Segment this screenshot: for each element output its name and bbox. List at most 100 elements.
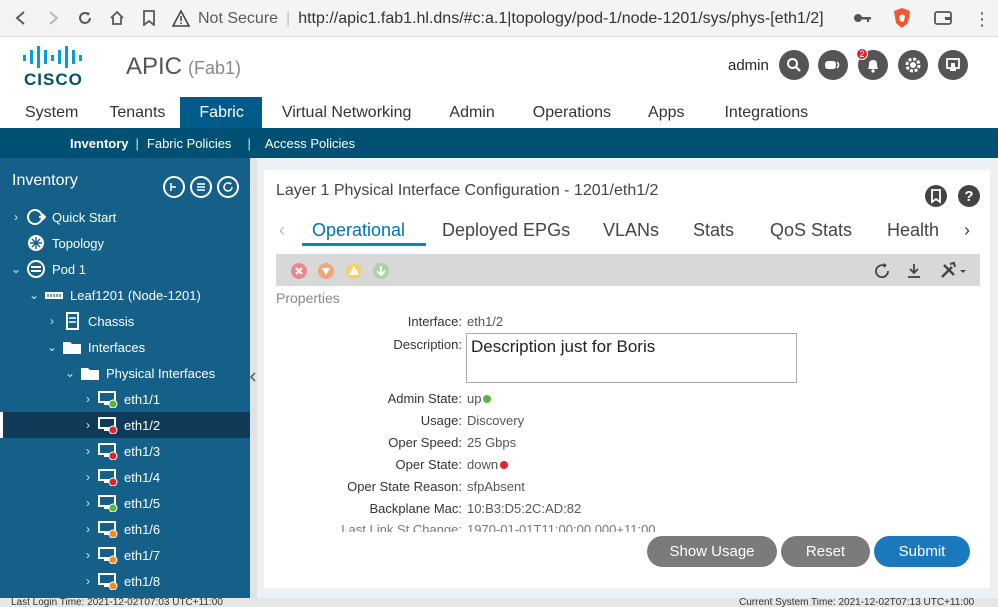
chevron-right-icon[interactable]: › [82,392,94,406]
tree-item-eth1-7[interactable]: › eth1/7 [0,542,250,568]
tabs-scroll-right-icon[interactable]: › [964,220,970,241]
major-fault-icon[interactable] [317,262,335,280]
subtab-inventory[interactable]: Inventory [70,136,129,151]
tree-item-topology[interactable]: Topology [0,230,250,256]
interface-label: Interface: [407,314,462,329]
reset-button[interactable]: Reset [781,536,870,567]
tab-apps[interactable]: Apps [629,97,703,128]
tools-icon[interactable] [939,261,969,281]
reload-icon[interactable] [74,7,96,29]
tree-item-quick-start[interactable]: › Quick Start [0,204,250,230]
chevron-right-icon[interactable]: › [82,496,94,510]
tab-stats[interactable]: Stats [693,220,734,241]
play-icon [27,209,46,225]
address-bar[interactable]: Not Secure | http://apic1.fab1.hl.dns/#c… [172,5,922,32]
help-icon[interactable]: ? [958,185,980,207]
bookmark-icon[interactable] [925,185,947,207]
tab-operations[interactable]: Operations [514,97,629,128]
home-icon[interactable] [106,7,128,29]
key-icon[interactable] [853,9,873,27]
bookmark-page-icon[interactable] [138,7,160,29]
tab-integrations[interactable]: Integrations [703,97,820,128]
tree-item-chassis[interactable]: › Chassis [0,308,250,334]
subtab-fabric-policies[interactable]: Fabric Policies [147,136,232,151]
submit-button[interactable]: Submit [874,536,970,567]
tree-item-interfaces[interactable]: ⌄ Interfaces [0,334,250,360]
tree-item-label: eth1/7 [124,547,161,563]
download-icon[interactable] [905,262,923,280]
inventory-sidebar: Inventory › Quick Start Topology ⌄ Pod 1… [0,158,250,598]
chevron-down-icon[interactable]: ⌄ [10,262,22,276]
properties-title: Properties [276,290,340,306]
chevron-right-icon[interactable]: › [82,470,94,484]
tree-item-leaf1201[interactable]: ⌄ Leaf1201 (Node-1201) [0,282,250,308]
tab-fabric[interactable]: Fabric [180,97,262,128]
oper-speed-label: Oper Speed: [388,435,462,450]
chevron-down-icon[interactable]: ⌄ [46,340,58,354]
sidebar-list-icon[interactable] [190,176,212,198]
interface-value: eth1/2 [467,314,504,329]
settings-gear-icon[interactable] [898,50,928,80]
tab-virtual-networking[interactable]: Virtual Networking [262,97,431,128]
tree-item-eth1-3[interactable]: › eth1/3 [0,438,250,464]
tree-item-label: eth1/5 [124,495,161,511]
tree-item-eth1-8[interactable]: › eth1/8 [0,568,250,594]
chevron-right-icon[interactable]: › [46,314,58,328]
interface-icon [98,417,118,434]
sidebar-collapse-handle[interactable] [250,158,257,598]
tab-operational[interactable]: Operational [312,220,405,241]
chevron-down-icon[interactable]: ⌄ [64,366,76,380]
search-icon[interactable] [779,50,809,80]
oper-state-reason-label: Oper State Reason: [347,479,462,494]
chevron-right-icon[interactable]: › [82,444,94,458]
show-usage-button[interactable]: Show Usage [647,536,777,567]
minor-fault-icon[interactable] [345,262,363,280]
sidebar-filter-icon[interactable] [163,176,185,198]
tabs-scroll-left-icon[interactable]: ‹ [279,220,285,241]
feedback-icon[interactable] [818,50,848,80]
critical-fault-icon[interactable] [290,262,308,280]
chevron-right-icon[interactable]: › [82,418,94,432]
tree-item-eth1-1[interactable]: › eth1/1 [0,386,250,412]
chevron-right-icon[interactable]: › [82,548,94,562]
tree-item-eth1-4[interactable]: › eth1/4 [0,464,250,490]
tree-item-physical-interfaces[interactable]: ⌄ Physical Interfaces [0,360,250,386]
sidebar-refresh-icon[interactable] [217,176,239,198]
wallet-icon[interactable] [934,10,952,26]
warning-fault-icon[interactable] [372,262,390,280]
current-system-time: Current System Time: 2021-12-02T07:13 UT… [739,598,975,607]
tab-system[interactable]: System [0,97,93,128]
forward-icon[interactable] [42,7,64,29]
display-icon[interactable] [938,50,968,80]
cisco-logo[interactable]: CISCO [20,45,82,89]
subtab-separator: | [135,135,139,151]
tab-admin[interactable]: Admin [430,97,513,128]
back-icon[interactable] [10,7,32,29]
tree-item-eth1-6[interactable]: › eth1/6 [0,516,250,542]
browser-menu-icon[interactable]: ⋮ [973,9,991,30]
user-name[interactable]: admin [728,57,769,74]
chevron-right-icon[interactable]: › [10,210,22,224]
tab-qos-stats[interactable]: QoS Stats [770,220,852,241]
refresh-icon[interactable] [873,262,891,280]
chevron-right-icon[interactable]: › [82,574,94,588]
tab-vlans[interactable]: VLANs [603,220,659,241]
tree-item-pod-1[interactable]: ⌄ Pod 1 [0,256,250,282]
tree-item-label: Quick Start [52,209,117,225]
tab-deployed-epgs[interactable]: Deployed EPGs [442,220,570,241]
interface-icon [98,495,118,512]
interface-icon [98,573,118,590]
subtab-access-policies[interactable]: Access Policies [265,136,355,151]
switch-icon [45,292,63,299]
url-separator: | [286,9,291,27]
tree-item-label: Interfaces [88,339,146,355]
description-field[interactable]: Description just for Boris [466,333,797,383]
brave-shield-icon[interactable] [892,7,912,29]
tab-health[interactable]: Health [887,220,939,241]
tree-item-eth1-2[interactable]: › eth1/2 [0,412,250,438]
chevron-down-icon[interactable]: ⌄ [28,288,40,302]
chevron-right-icon[interactable]: › [82,522,94,536]
interface-icon [98,391,118,408]
tree-item-eth1-5[interactable]: › eth1/5 [0,490,250,516]
tab-tenants[interactable]: Tenants [93,97,180,128]
